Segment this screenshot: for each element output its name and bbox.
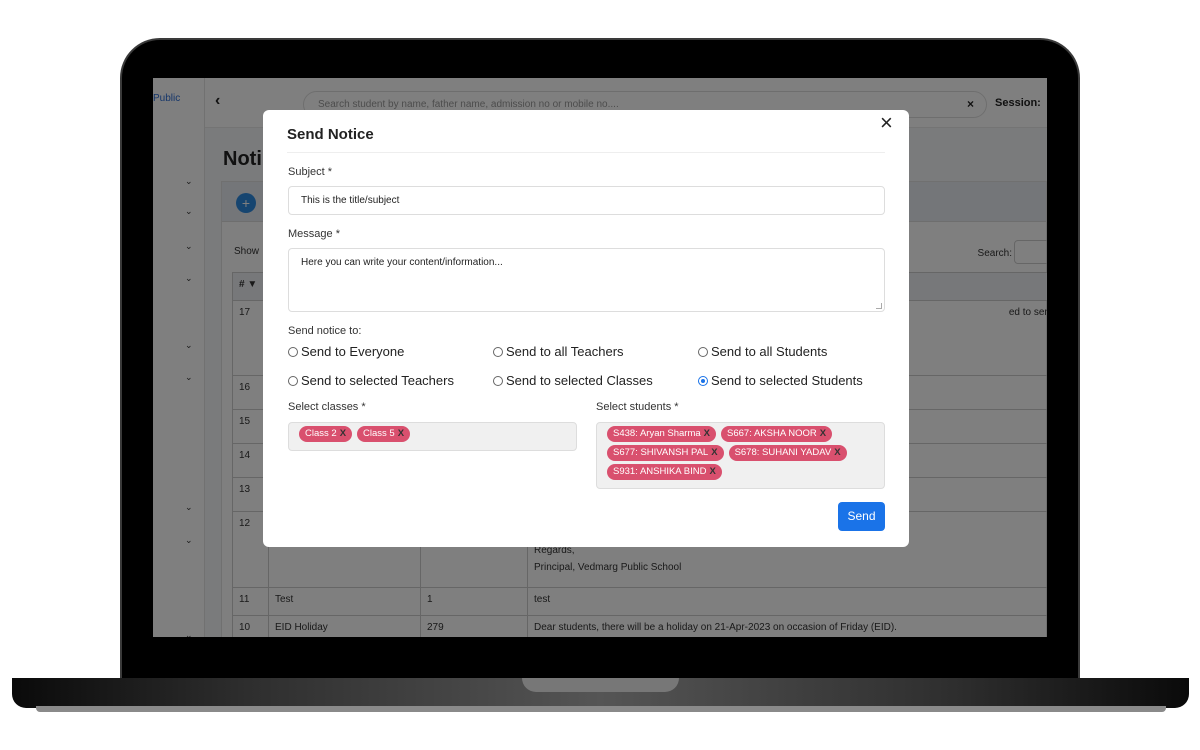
modal-divider — [287, 152, 885, 153]
class-chip: Class 5X — [357, 426, 411, 442]
radio-send-all-teachers[interactable]: Send to all Teachers — [493, 344, 624, 359]
chip-label: S677: SHIVANSH PAL — [613, 447, 709, 458]
radio-circle-icon[interactable] — [493, 346, 503, 357]
select-classes-input[interactable]: Class 2X Class 5X — [288, 422, 577, 451]
send-to-label: Send notice to: — [288, 325, 362, 337]
send-notice-modal: Send Notice × Subject * This is the titl… — [263, 110, 909, 547]
select-classes-label: Select classes * — [288, 401, 366, 413]
laptop-notch — [522, 678, 679, 692]
radio-label: Send to all Teachers — [506, 344, 624, 359]
radio-send-selected-teachers[interactable]: Send to selected Teachers — [288, 373, 454, 388]
close-icon[interactable]: × — [880, 112, 893, 134]
message-label: Message * — [288, 228, 340, 240]
chip-label: S438: Aryan Sharma — [613, 428, 701, 439]
modal-title: Send Notice — [287, 126, 374, 143]
student-chip: S678: SUHANI YADAV X — [728, 445, 847, 461]
chip-label: Class 5 — [363, 428, 395, 439]
radio-circle-icon[interactable] — [698, 346, 708, 357]
chip-label: S931: ANSHIKA BIND — [613, 466, 707, 477]
chip-label: S667: AKSHA NOOR — [727, 428, 817, 439]
radio-send-all-students[interactable]: Send to all Students — [698, 344, 827, 359]
remove-chip-icon[interactable]: X — [820, 428, 826, 439]
radio-circle-icon[interactable] — [493, 375, 503, 386]
laptop-mockup: Public ⌄ ⌄ ⌄ ⌄ ⌄ ⌄ ⌄ ⌄ ⌄ ‹ Search studen… — [0, 0, 1200, 750]
remove-chip-icon[interactable]: X — [398, 428, 404, 439]
class-chip: Class 2X — [299, 426, 353, 442]
message-textarea[interactable]: Here you can write your content/informat… — [288, 248, 885, 312]
radio-checked-icon[interactable] — [698, 375, 708, 386]
radio-send-selected-students[interactable]: Send to selected Students — [698, 373, 863, 388]
student-chip: S667: AKSHA NOOR X — [721, 426, 833, 442]
remove-chip-icon[interactable]: X — [711, 447, 717, 458]
message-text: Here you can write your content/informat… — [301, 257, 503, 268]
radio-circle-icon[interactable] — [288, 346, 298, 357]
laptop-base-shadow — [36, 706, 1166, 712]
remove-chip-icon[interactable]: X — [340, 428, 346, 439]
resize-handle-icon[interactable] — [876, 303, 882, 309]
radio-label: Send to all Students — [711, 344, 828, 359]
student-chip: S438: Aryan Sharma X — [607, 426, 717, 442]
remove-chip-icon[interactable]: X — [709, 466, 715, 477]
radio-send-everyone[interactable]: Send to Everyone — [288, 344, 404, 359]
chip-label: S678: SUHANI YADAV — [734, 447, 832, 458]
chip-label: Class 2 — [305, 428, 337, 439]
student-chip: S677: SHIVANSH PAL X — [607, 445, 724, 461]
select-students-input[interactable]: S438: Aryan Sharma X S667: AKSHA NOOR X S6… — [596, 422, 885, 489]
select-students-label: Select students * — [596, 401, 679, 413]
subject-label: Subject * — [288, 166, 333, 178]
student-chip: S931: ANSHIKA BIND X — [607, 464, 722, 480]
radio-label: Send to selected Teachers — [301, 373, 454, 388]
radio-label: Send to Everyone — [301, 344, 405, 359]
remove-chip-icon[interactable]: X — [704, 428, 710, 439]
send-button[interactable]: Send — [838, 502, 885, 531]
radio-circle-icon[interactable] — [288, 375, 298, 386]
subject-input[interactable]: This is the title/subject — [288, 186, 885, 215]
remove-chip-icon[interactable]: X — [834, 447, 840, 458]
radio-label: Send to selected Students — [711, 373, 863, 388]
radio-send-selected-classes[interactable]: Send to selected Classes — [493, 373, 653, 388]
radio-label: Send to selected Classes — [506, 373, 653, 388]
